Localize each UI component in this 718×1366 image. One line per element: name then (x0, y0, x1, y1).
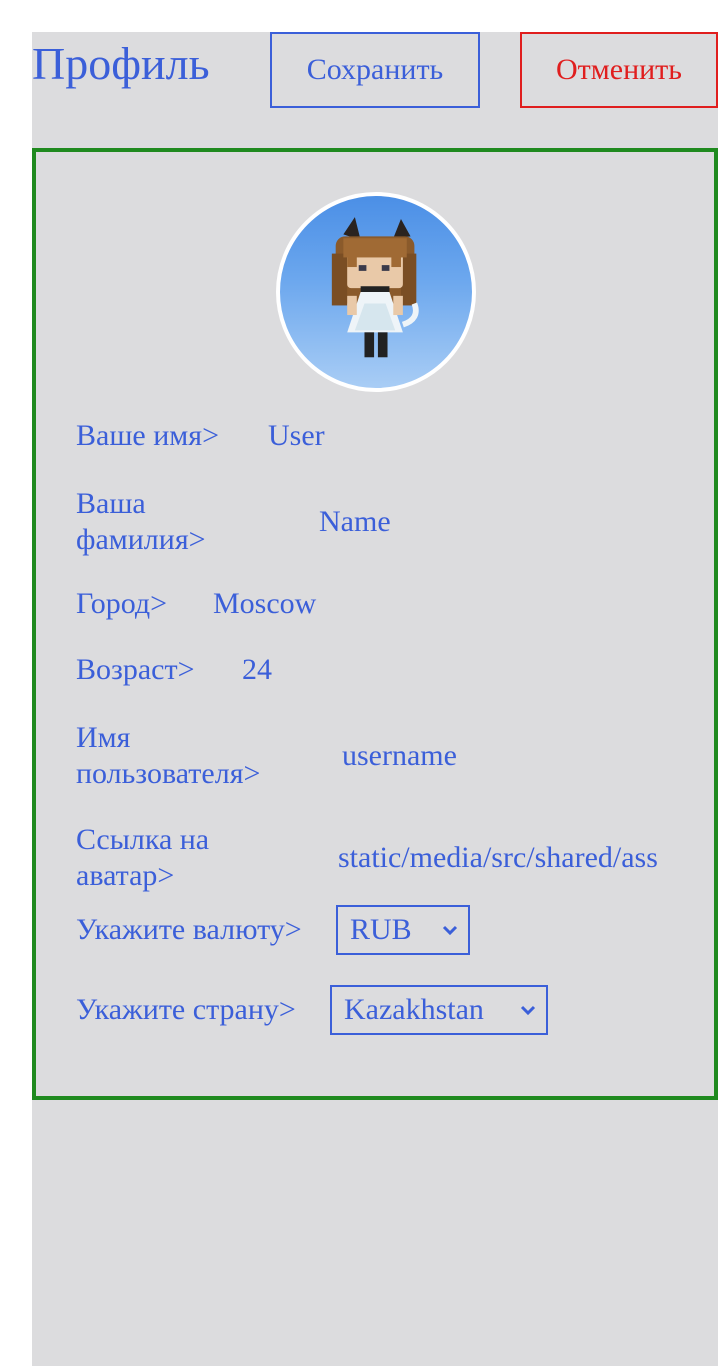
currency-select[interactable]: RUB (336, 905, 470, 955)
cancel-button[interactable]: Отменить (520, 32, 718, 108)
currency-selected-value: RUB (350, 913, 412, 946)
last-name-value[interactable]: Name (319, 504, 391, 540)
first-name-value[interactable]: User (268, 418, 325, 454)
avatar-link-label-line1: Ссылка на (76, 823, 210, 856)
avatar-image (331, 217, 419, 358)
save-button[interactable]: Сохранить (270, 32, 480, 108)
avatar-link-label-line2: аватар> (76, 859, 175, 892)
first-name-label: Ваше имя> (76, 419, 219, 452)
last-name-label-line1: Ваша (76, 487, 146, 520)
page-title: Профиль (32, 38, 210, 89)
last-name-label-line2: фамилия> (76, 523, 206, 556)
country-label: Укажите страну> (76, 993, 296, 1026)
city-value[interactable]: Moscow (213, 586, 316, 622)
currency-label: Укажите валюту> (76, 913, 302, 946)
country-select[interactable]: Kazakhstan (330, 985, 548, 1035)
avatar (276, 192, 476, 392)
avatar-link-value[interactable]: static/media/src/shared/ass (338, 840, 674, 876)
age-value[interactable]: 24 (242, 652, 272, 688)
chevron-down-icon (520, 1005, 536, 1016)
country-selected-value: Kazakhstan (344, 993, 484, 1026)
age-label: Возраст> (76, 653, 195, 686)
username-label-line1: Имя (76, 721, 131, 754)
profile-card: Ваше имя> User Ваша фамилия> Name Город>… (32, 148, 718, 1100)
chevron-down-icon (442, 925, 458, 936)
username-label-line2: пользователя> (76, 757, 261, 790)
city-label: Город> (76, 587, 168, 620)
username-value[interactable]: username (342, 738, 457, 774)
profile-page: Профиль Сохранить Отменить Ваше имя> Use… (32, 32, 718, 1366)
